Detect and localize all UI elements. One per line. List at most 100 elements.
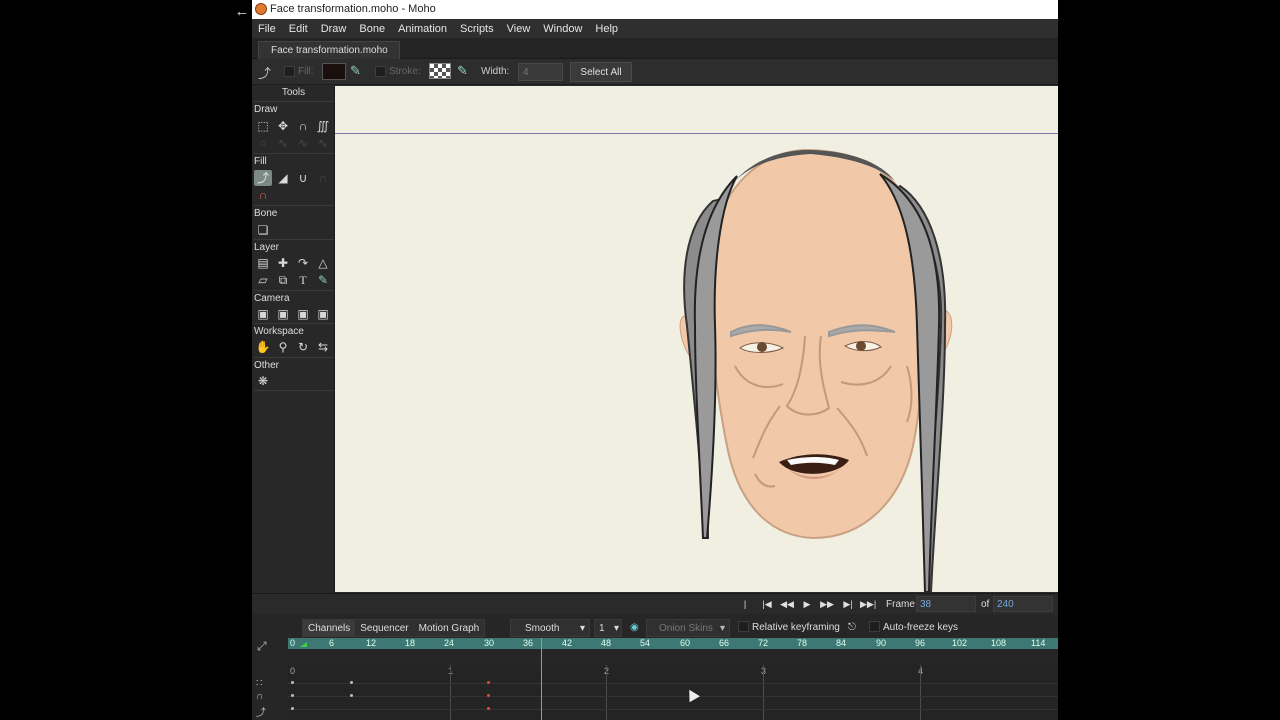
transform-points-icon[interactable]: ✥ <box>274 118 292 134</box>
keyframe-selected[interactable] <box>487 707 490 710</box>
current-frame-input[interactable]: 38 <box>916 596 976 612</box>
interp-count-dropdown[interactable]: 1 ▾ <box>594 619 622 637</box>
stroke-eyedropper-icon[interactable]: ✎ <box>457 63 468 79</box>
previous-keyframe-icon[interactable]: |◀ <box>759 597 775 611</box>
relative-keyframing-checkbox[interactable] <box>738 621 749 632</box>
onion-skins-dropdown[interactable]: Onion Skins ▾ <box>646 619 730 637</box>
section-other: Other <box>254 357 334 371</box>
keyframe[interactable] <box>350 681 353 684</box>
line-width-icon[interactable]: ◢ <box>274 170 292 186</box>
pan-tilt-camera-icon[interactable]: ▣ <box>314 306 332 322</box>
ruler-label: 96 <box>915 638 926 648</box>
shear-layer-icon[interactable]: ▱ <box>254 272 272 288</box>
draw-shape-icon[interactable]: ○ <box>254 135 272 151</box>
tab-motion-graph[interactable]: Motion Graph <box>414 620 485 636</box>
back-arrow-icon[interactable]: ← <box>234 3 250 21</box>
keyframe[interactable] <box>291 681 294 684</box>
scale-layer-icon[interactable]: △ <box>314 255 332 271</box>
track-camera-icon[interactable]: ▣ <box>254 306 272 322</box>
bone-tool-icon[interactable]: ❏ <box>254 222 272 238</box>
timeline-tabs: Channels Sequencer Motion Graph <box>302 619 486 637</box>
select-all-button[interactable]: Select All <box>570 62 632 82</box>
menu-scripts[interactable]: Scripts <box>460 23 494 35</box>
width-input[interactable]: 4 <box>518 63 563 81</box>
eyedropper-icon[interactable]: ✎ <box>314 272 332 288</box>
frame-ruler[interactable]: 0 6 12 18 24 30 36 42 48 54 60 66 72 78 … <box>288 638 1058 649</box>
paint-bucket-icon[interactable]: ⤴ <box>254 170 272 186</box>
zoom-icon[interactable]: ⚲ <box>274 339 292 355</box>
tab-channels[interactable]: Channels <box>303 620 356 636</box>
stroke-color-swatch[interactable] <box>429 63 451 79</box>
keyframe[interactable] <box>291 694 294 697</box>
channel-tracks[interactable]: 0 1 2 3 4 <box>288 665 1058 720</box>
set-origin-icon[interactable]: ▤ <box>254 255 272 271</box>
orbit-workspace-icon[interactable]: ⇆ <box>314 339 332 355</box>
select-points-icon[interactable]: ⬚ <box>254 118 272 134</box>
document-tab-bar: Face transformation.moho <box>252 38 1058 59</box>
roll-camera-icon[interactable]: ▣ <box>294 306 312 322</box>
translate-layer-icon[interactable]: ✚ <box>274 255 292 271</box>
menu-animation[interactable]: Animation <box>398 23 447 35</box>
auto-freeze-checkbox[interactable] <box>869 621 880 632</box>
fill-color-swatch[interactable] <box>322 63 346 80</box>
ruler-label: 66 <box>719 638 730 648</box>
of-label: of <box>981 599 990 610</box>
track-row <box>288 709 1058 710</box>
point-reduction-icon[interactable]: ∿ <box>314 135 332 151</box>
keyframe-selected[interactable] <box>487 694 490 697</box>
step-back-icon[interactable]: ◀◀ <box>779 597 795 611</box>
rotate-layer-icon[interactable]: ↷ <box>294 255 312 271</box>
stroke-checkbox[interactable] <box>375 66 386 77</box>
next-keyframe-icon[interactable]: ▶| <box>840 597 856 611</box>
stroke-exposure-icon[interactable]: ∩ <box>314 170 332 186</box>
tools-divider <box>254 390 334 391</box>
menu-window[interactable]: Window <box>543 23 582 35</box>
keyframe-selected[interactable] <box>487 681 490 684</box>
expand-timeline-icon[interactable]: ⤢ <box>257 639 267 654</box>
menu-bone[interactable]: Bone <box>359 23 385 35</box>
ruler-label: 108 <box>991 638 1007 648</box>
zoom-camera-icon[interactable]: ▣ <box>274 306 292 322</box>
interpolation-dropdown[interactable]: Smooth ▾ <box>510 619 590 637</box>
rotate-workspace-icon[interactable]: ↻ <box>294 339 312 355</box>
menu-view[interactable]: View <box>507 23 531 35</box>
add-point-icon[interactable]: ∩ <box>294 118 312 134</box>
ruler-label: 54 <box>640 638 651 648</box>
total-frames-input[interactable]: 240 <box>993 596 1053 612</box>
playhead[interactable] <box>541 638 542 720</box>
auto-freeze-label: Auto-freeze keys <box>883 622 959 633</box>
forward-to-end-icon[interactable]: ▶▶| <box>860 597 876 611</box>
menu-help[interactable]: Help <box>595 23 618 35</box>
menu-file[interactable]: File <box>258 23 276 35</box>
fill-eyedropper-icon[interactable]: ✎ <box>350 63 361 79</box>
chevron-down-icon: ▾ <box>719 623 725 634</box>
freehand-icon[interactable]: ∿ <box>274 135 292 151</box>
timeline-panel: Channels Sequencer Motion Graph Smooth ▾ 1 ▾… <box>252 614 1058 720</box>
text-tool-icon[interactable]: T <box>294 272 312 288</box>
fill-checkbox[interactable] <box>284 66 295 77</box>
document-tab[interactable]: Face transformation.moho <box>258 41 400 59</box>
width-label: Width: <box>481 66 510 77</box>
second-gridline <box>450 665 451 720</box>
relative-keyframing-label: Relative keyframing <box>752 622 840 633</box>
ruler-label: 114 <box>1031 638 1046 648</box>
keyframe[interactable] <box>291 707 294 710</box>
ruler-label: 90 <box>876 638 887 648</box>
menu-draw[interactable]: Draw <box>321 23 347 35</box>
onion-skin-toggle-icon[interactable]: ◉ <box>630 619 639 637</box>
hand-pan-icon[interactable]: ✋ <box>254 339 272 355</box>
eraser-icon[interactable]: ∿ <box>294 135 312 151</box>
ruler-label: 36 <box>523 638 534 648</box>
scripts-other-icon[interactable]: ❋ <box>254 373 272 389</box>
drawing-canvas[interactable] <box>335 86 1058 592</box>
keyframe[interactable] <box>350 694 353 697</box>
tab-sequencer[interactable]: Sequencer <box>355 620 413 636</box>
play-icon[interactable]: ▶ <box>799 597 815 611</box>
hide-edge-icon[interactable]: ∪ <box>294 170 312 186</box>
curve-profile-icon[interactable]: ∩ <box>254 187 272 203</box>
rewind-to-start-icon[interactable]: |◀◀ <box>737 597 753 623</box>
menu-edit[interactable]: Edit <box>289 23 308 35</box>
curvature-icon[interactable]: ∭ <box>314 118 332 134</box>
step-forward-icon[interactable]: ▶▶ <box>819 597 835 611</box>
layer-3d-icon[interactable]: ⧉ <box>274 272 292 288</box>
